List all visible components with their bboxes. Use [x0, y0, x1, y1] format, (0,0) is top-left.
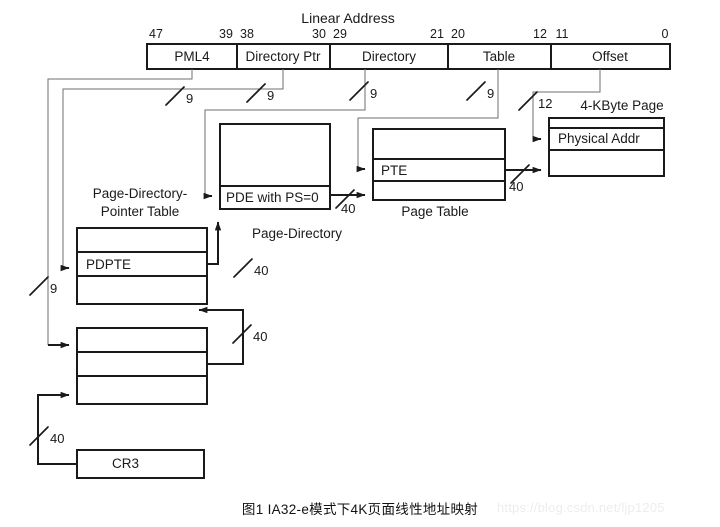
diagram-labels: Linear Address 47 39 38 30 29 21 20 12 1… [0, 0, 720, 527]
caption-pdpt-line2: Pointer Table [100, 204, 180, 219]
bit-label-30: 30 [312, 27, 326, 41]
bit-label-47: 47 [149, 27, 163, 41]
entry-physical-addr: Physical Addr [558, 131, 640, 146]
entry-cr3: CR3 [112, 456, 140, 471]
field-directory-ptr: Directory Ptr [245, 49, 321, 64]
bit-label-0: 0 [661, 27, 669, 41]
bit-label-29: 29 [333, 27, 347, 41]
bit-label-21: 21 [430, 27, 444, 41]
bit-label-39: 39 [219, 27, 233, 41]
width-table-index: 9 [487, 86, 495, 101]
width-pde-to-pt: 40 [341, 201, 356, 216]
bit-label-20: 20 [451, 27, 465, 41]
width-pml4-index: 9 [186, 91, 194, 106]
caption-page-table: Page Table [401, 204, 469, 219]
entry-pde: PDE with PS=0 [226, 190, 319, 205]
caption-page-directory: Page-Directory [251, 226, 343, 241]
bit-label-12: 12 [533, 27, 547, 41]
watermark-text: https://blog.csdn.net/ljp1205 [497, 500, 665, 515]
width-directory-index: 9 [370, 86, 378, 101]
field-directory: Directory [361, 49, 417, 64]
width-pdpte-to-pd: 40 [254, 263, 269, 278]
entry-pdpte: PDPTE [86, 257, 132, 272]
width-cr3-to-pml4: 40 [50, 431, 65, 446]
width-pml4-bus: 9 [50, 281, 58, 296]
width-offset: 12 [538, 96, 553, 111]
bit-label-11: 11 [555, 27, 569, 41]
field-table: Table [482, 49, 516, 64]
width-pml4e-to-pdpt: 40 [253, 329, 268, 344]
field-pml4: PML4 [174, 49, 210, 64]
entry-pte: PTE [381, 163, 408, 178]
linear-address-title: Linear Address [301, 10, 395, 26]
caption-four-kbyte-page: 4-KByte Page [580, 98, 664, 113]
bit-label-38: 38 [240, 27, 254, 41]
width-dirptr-index: 9 [267, 88, 275, 103]
width-pte-to-page: 40 [509, 179, 524, 194]
field-offset: Offset [592, 49, 628, 64]
paging-translation-diagram: Linear Address 47 39 38 30 29 21 20 12 1… [0, 0, 720, 527]
caption-pdpt-line1: Page-Directory- [92, 186, 188, 201]
